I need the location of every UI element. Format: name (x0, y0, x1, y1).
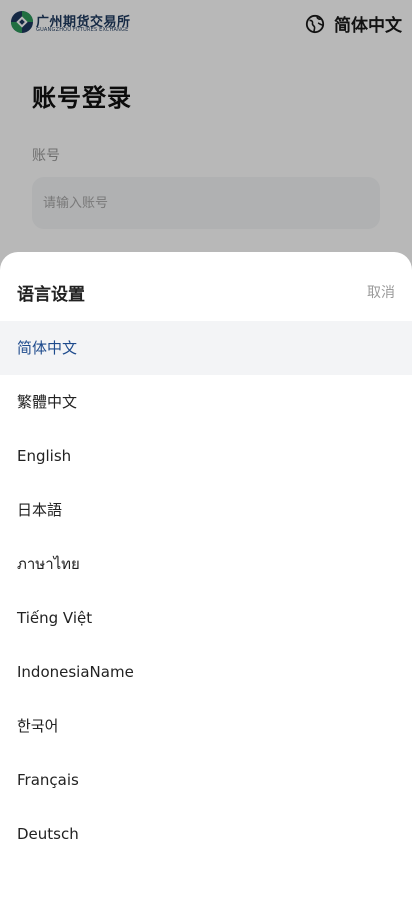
language-option-fr[interactable]: Français (0, 753, 412, 807)
language-option-de[interactable]: Deutsch (0, 807, 412, 861)
sheet-header: 语言设置 取消 (0, 252, 412, 321)
language-option-zh-hant[interactable]: 繁體中文 (0, 375, 412, 429)
language-option-ko[interactable]: 한국어 (0, 699, 412, 753)
language-option-en[interactable]: English (0, 429, 412, 483)
language-list: 简体中文 繁體中文 English 日本語 ภาษาไทย Tiếng Việt… (0, 321, 412, 861)
language-option-ja[interactable]: 日本語 (0, 483, 412, 537)
cancel-button[interactable]: 取消 (367, 282, 395, 302)
language-option-vi[interactable]: Tiếng Việt (0, 591, 412, 645)
login-page: 广州期货交易所 GUANGZHOU FUTURES EXCHANGE 简体中文 … (0, 0, 412, 915)
sheet-title: 语言设置 (17, 285, 85, 305)
language-option-th[interactable]: ภาษาไทย (0, 537, 412, 591)
language-settings-sheet: 语言设置 取消 简体中文 繁體中文 English 日本語 ภาษาไทย Ti… (0, 252, 412, 915)
language-option-id[interactable]: IndonesiaName (0, 645, 412, 699)
language-option-zh-hans[interactable]: 简体中文 (0, 321, 412, 375)
